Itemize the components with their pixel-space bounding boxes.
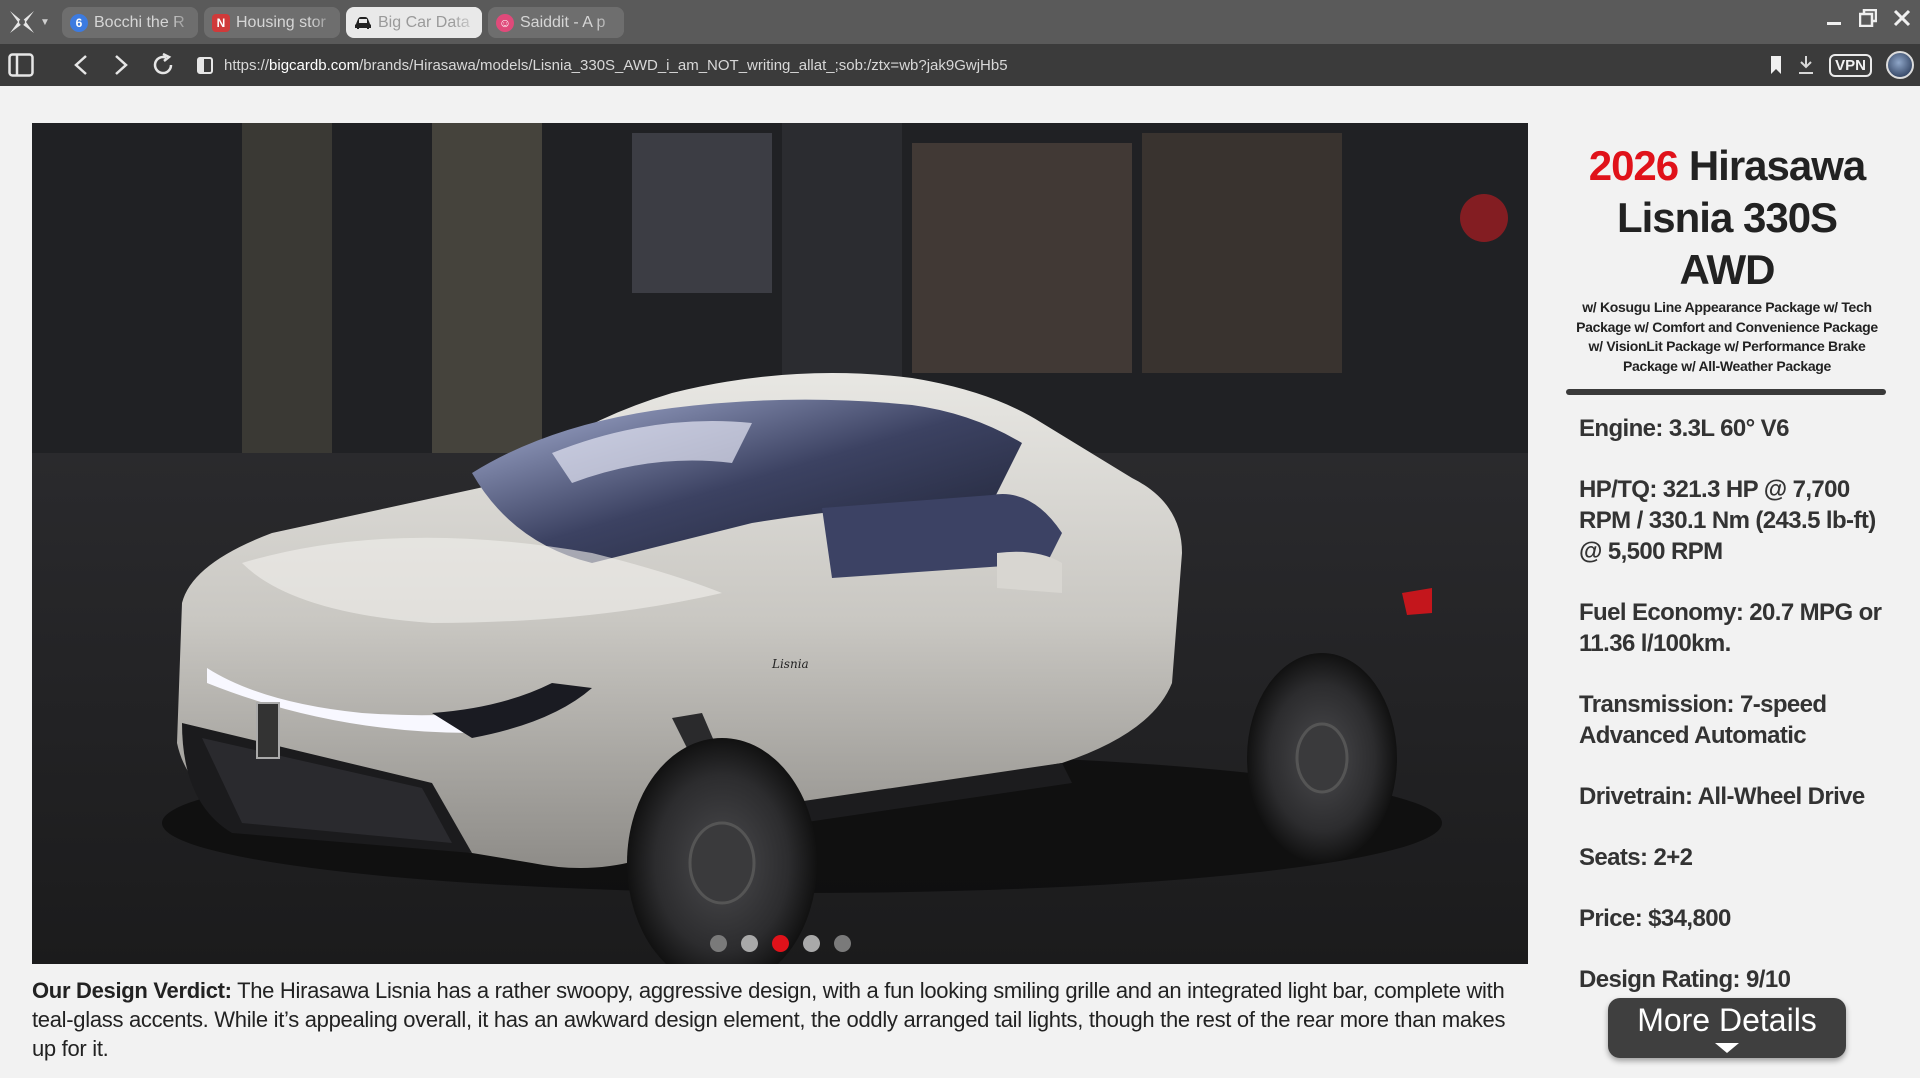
spec-list: Engine: 3.3L 60° V6 HP/TQ: 321.3 HP @ 7,… — [1566, 413, 1888, 995]
gallery-dots — [32, 935, 1528, 952]
spec-fuel-economy: Fuel Economy: 20.7 MPG or 11.36 l/100km. — [1579, 599, 1882, 657]
tab-saiddit[interactable]: ☺ Saiddit - A p — [488, 7, 624, 38]
sidebar-icon — [8, 53, 34, 77]
browser-logo-icon — [10, 11, 34, 33]
verdict-lead: Our Design Verdict: — [32, 978, 232, 1003]
spec-drivetrain: Drivetrain: All-Wheel Drive — [1579, 783, 1865, 810]
close-button[interactable] — [1892, 8, 1912, 28]
vpn-button[interactable]: VPN — [1829, 53, 1872, 77]
verdict-body: The Hirasawa Lisnia has a rather swoopy,… — [32, 978, 1506, 1061]
browser-nav-bar: https://bigcardb.com/brands/Hirasawa/mod… — [0, 44, 1920, 86]
reload-icon — [153, 52, 173, 75]
design-verdict: Our Design Verdict: The Hirasawa Lisnia … — [32, 976, 1532, 1063]
reload-button[interactable] — [148, 50, 178, 80]
url-text: https://bigcardb.com/brands/Hirasawa/mod… — [224, 57, 1008, 74]
spec-seats: Seats: 2+2 — [1579, 844, 1693, 871]
url-host: bigcardb.com — [269, 56, 360, 74]
car-photo: Lisnia — [32, 123, 1528, 964]
sidebar-toggle-button[interactable] — [6, 50, 36, 80]
car-photo-gallery[interactable]: Lisnia — [32, 123, 1528, 964]
caret-down-icon — [1715, 1043, 1739, 1053]
gallery-dot-3-active[interactable] — [771, 935, 789, 952]
spec-design-rating: Design Rating: 9/10 — [1579, 966, 1791, 993]
close-icon — [1893, 9, 1911, 27]
gallery-dot-5[interactable] — [833, 935, 851, 952]
gallery-dot-4[interactable] — [802, 935, 820, 952]
car-title: 2026 Hirasawa Lisnia 330S AWD — [1566, 140, 1888, 296]
blue-app-icon: 6 — [70, 13, 88, 32]
address-bar[interactable]: https://bigcardb.com/brands/Hirasawa/mod… — [196, 50, 1756, 80]
spec-engine: Engine: 3.3L 60° V6 — [1579, 415, 1789, 442]
browser-tab-bar: ▼ 6 Bocchi the R N Housing stor Big Car … — [0, 0, 1920, 44]
minimize-icon — [1827, 22, 1841, 25]
forward-button[interactable] — [106, 50, 136, 80]
car-model: Lisnia 330S AWD — [1616, 194, 1838, 293]
profile-avatar[interactable] — [1886, 51, 1914, 79]
car-year: 2026 — [1588, 142, 1679, 189]
tab-title: Housing stor — [236, 13, 326, 31]
download-icon[interactable] — [1797, 55, 1815, 75]
spec-hp-torque: HP/TQ: 321.3 HP @ 7,700 RPM / 330.1 Nm (… — [1579, 476, 1876, 565]
browser-menu-button[interactable]: ▼ — [6, 6, 50, 38]
more-details-button[interactable]: More Details — [1608, 998, 1846, 1058]
restore-button[interactable] — [1858, 8, 1878, 28]
tab-big-car-data[interactable]: Big Car Data — [346, 7, 482, 38]
window-controls — [1824, 8, 1912, 28]
nav-right-tools: VPN — [1769, 50, 1914, 80]
url-path: /brands/Hirasawa/models/Lisnia_330S_AWD_… — [359, 56, 1008, 74]
tab-title: Saiddit - A p — [520, 13, 606, 31]
tab-title: Big Car Data — [378, 13, 470, 31]
spec-price: Price: $34,800 — [1579, 905, 1731, 932]
minimize-button[interactable] — [1824, 8, 1844, 28]
spec-transmission: Transmission: 7-speed Advanced Automatic — [1579, 691, 1827, 749]
gallery-dot-2[interactable] — [740, 935, 758, 952]
url-prefix: https:// — [224, 56, 270, 74]
spec-panel: 2026 Hirasawa Lisnia 330S AWD w/ Kosugu … — [1566, 140, 1888, 1025]
car-badge-text: Lisnia — [771, 657, 809, 671]
chevron-down-icon: ▼ — [40, 16, 50, 28]
bookmark-icon[interactable] — [1769, 55, 1783, 75]
saiddit-icon: ☺ — [496, 13, 514, 32]
car-packages: w/ Kosugu Line Appearance Package w/ Tec… — [1576, 299, 1878, 374]
back-button[interactable] — [66, 50, 96, 80]
car-make: Hirasawa — [1688, 142, 1866, 189]
more-details-label: More Details — [1637, 1002, 1817, 1038]
tab-title: Bocchi the R — [94, 13, 185, 31]
gallery-dot-1[interactable] — [709, 935, 727, 952]
divider — [1566, 389, 1886, 395]
n-logo-icon: N — [212, 13, 230, 32]
page-info-icon[interactable] — [196, 55, 214, 75]
forward-arrow-icon — [115, 55, 128, 75]
back-arrow-icon — [74, 55, 87, 75]
restore-icon — [1859, 9, 1877, 27]
tab-housing[interactable]: N Housing stor — [204, 7, 340, 38]
tab-bocchi[interactable]: 6 Bocchi the R — [62, 7, 198, 38]
car-icon — [354, 14, 372, 32]
